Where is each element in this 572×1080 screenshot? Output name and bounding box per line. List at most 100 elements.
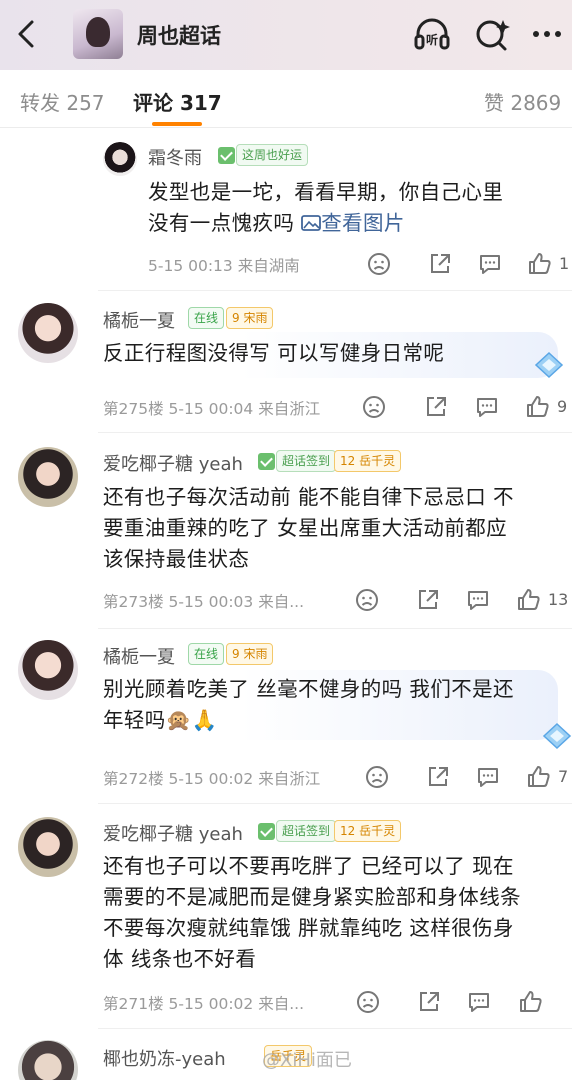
verified-check-icon [258,453,275,470]
fan-level-label: 岳千灵 [359,454,396,468]
tab-comment-count: 317 [179,91,222,115]
comment-text-line: 需要的不是减肥而是健身紧实脸部和身体线条 [103,885,521,909]
comment-text-line: 还有也子每次活动前 能不能自律下忌忌口 不 [103,485,514,509]
topic-avatar[interactable] [73,9,123,59]
diamond-icon [534,351,564,379]
comment-meta: 第272楼 5-15 00:02 来自浙江 [103,770,321,788]
avatar[interactable] [18,640,78,700]
back-arrow-icon[interactable] [12,16,42,52]
share-icon[interactable] [427,251,453,277]
comment-text: 别光顾着吃美了 丝毫不健身的吗 我们不是还 年轻吗🙊🙏 [103,674,514,736]
ai-search-icon[interactable] [472,14,512,54]
comment-text: 发型也是一坨，看看早期，你自己心里 没有一点愧疚吗 查看图片 [148,177,503,239]
reply-icon[interactable] [477,251,503,277]
comment-username[interactable]: 橘栀一夏 [103,307,175,333]
comment-text-line: 年轻吗🙊🙏 [103,708,218,732]
fan-level-badge: 9 宋雨 [226,643,274,665]
like-count: 7 [558,767,569,786]
comment-text: 还有也子可以不要再吃胖了 已经可以了 现在 需要的不是减肥而是健身紧实脸部和身体… [103,851,521,975]
like-count: 13 [548,590,569,609]
view-image-label: 查看图片 [321,211,405,235]
divider [98,803,572,804]
divider [98,1028,572,1029]
more-icon[interactable] [528,14,568,54]
checkin-badge: 超话签到 [276,450,337,472]
divider [98,628,572,629]
reply-icon[interactable] [474,394,500,420]
comment-username[interactable]: 椰也奶冻-yeah [103,1045,226,1071]
reply-icon[interactable] [475,764,501,790]
tab-repost-count: 257 [66,91,105,115]
like-icon[interactable] [526,764,552,790]
page-title: 周也超话 [137,24,221,48]
comment-text-line: 发型也是一坨，看看早期，你自己心里 [148,180,504,204]
like-count: 9 [557,397,568,416]
tab-like-label: 赞 [484,91,504,115]
avatar[interactable] [18,303,78,363]
divider [98,432,572,433]
comment-text-line: 反正行程图没得写 可以写健身日常呢 [103,341,445,365]
avatar[interactable] [103,142,137,176]
share-icon[interactable] [425,764,451,790]
tab-like-count: 2869 [510,91,562,115]
comment-username[interactable]: 爱吃椰子糖 yeah [103,450,243,476]
comment-meta: 第273楼 5-15 00:03 来自... [103,593,304,611]
like-icon[interactable] [518,989,544,1015]
avatar[interactable] [18,817,78,877]
tab-active-indicator [152,122,202,126]
tab-repost-label: 转发 [20,91,60,115]
comment-text-line: 不要每次瘦就纯靠饿 胖就靠纯吃 这样很伤身 [103,916,514,940]
like-count: 1 [559,254,570,273]
view-image-link[interactable]: 查看图片 [301,211,405,235]
fan-level-label: 宋雨 [243,647,268,661]
comment-username[interactable]: 霜冬雨 [148,144,202,170]
fan-level-label: 岳千灵 [359,824,396,838]
dislike-icon[interactable] [364,764,390,790]
fan-level-label: 宋雨 [243,311,268,325]
listen-label: 听 [426,32,438,47]
comment-text-line: 别光顾着吃美了 丝毫不健身的吗 我们不是还 [103,677,514,701]
dislike-icon[interactable] [366,251,392,277]
comment-text-line: 体 线条也不好看 [103,947,257,971]
online-badge: 在线 [188,307,225,329]
reply-icon[interactable] [465,587,491,613]
tab-like[interactable]: 赞 2869 [484,87,561,116]
fan-level-badge: 12 岳千灵 [334,450,402,472]
share-icon[interactable] [416,989,442,1015]
user-badge: 这周也好运 [236,144,309,166]
share-icon[interactable] [415,587,441,613]
like-icon[interactable] [527,251,553,277]
tab-comment[interactable]: 评论 317 [133,87,222,116]
dislike-icon[interactable] [354,587,380,613]
verified-check-icon [218,147,235,164]
dislike-icon[interactable] [355,989,381,1015]
tab-repost[interactable]: 转发 257 [20,87,105,116]
fan-level-number: 9 [232,647,240,661]
comment-text-line: 还有也子可以不要再吃胖了 已经可以了 现在 [103,854,514,878]
checkin-badge: 超话签到 [276,820,337,842]
headphones-listen-icon[interactable]: 听 [412,14,452,54]
avatar[interactable] [18,447,78,507]
diamond-icon [542,722,572,750]
fan-level-badge: 9 宋雨 [226,307,274,329]
reply-icon[interactable] [466,989,492,1015]
verified-check-icon [258,823,275,840]
comment-text-line: 没有一点愧疚吗 [148,211,302,235]
divider [98,290,572,291]
comment-text: 反正行程图没得写 可以写健身日常呢 [103,338,444,369]
comment-meta: 第275楼 5-15 00:04 来自浙江 [103,400,321,418]
comment-text-line: 该保持最佳状态 [103,547,250,571]
comment-meta: 5-15 00:13 来自湖南 [148,257,300,275]
dislike-icon[interactable] [361,394,387,420]
comment-username[interactable]: 橘栀一夏 [103,643,175,669]
fan-level-number: 9 [232,311,240,325]
fan-level-badge: 12 岳千灵 [334,820,402,842]
image-icon [301,215,322,231]
like-icon[interactable] [525,394,551,420]
watermark: @XiHi面已 [262,1050,352,1071]
fan-level-number: 12 [340,824,356,838]
comment-username[interactable]: 爱吃椰子糖 yeah [103,820,243,846]
comment-text-line: 要重油重辣的吃了 女星出席重大活动前都应 [103,516,508,540]
share-icon[interactable] [423,394,449,420]
like-icon[interactable] [516,587,542,613]
